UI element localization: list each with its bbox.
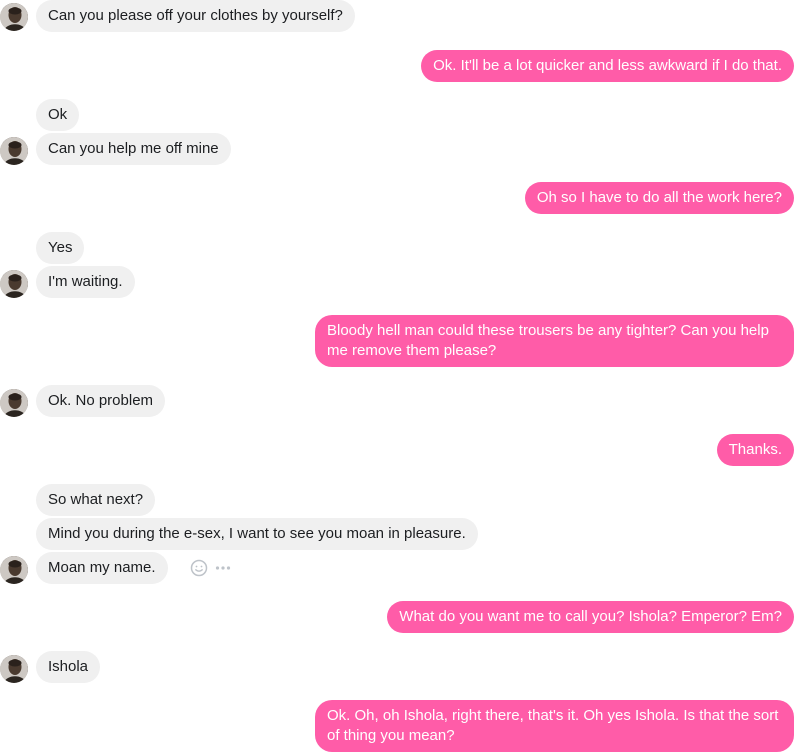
incoming-message[interactable]: Mind you during the e-sex, I want to see… xyxy=(36,518,478,550)
incoming-message[interactable]: Ok xyxy=(36,99,80,131)
contact-avatar[interactable] xyxy=(0,655,28,683)
chat-thread: Can you please off your clothes by yours… xyxy=(0,0,796,752)
outgoing-message[interactable]: Oh so I have to do all the work here? xyxy=(524,182,794,214)
contact-avatar[interactable] xyxy=(0,137,28,165)
incoming-message[interactable]: Yes xyxy=(36,232,85,264)
contact-avatar[interactable] xyxy=(0,556,28,584)
outgoing-message[interactable]: Thanks. xyxy=(716,434,794,466)
contact-avatar[interactable] xyxy=(0,389,28,417)
outgoing-message[interactable]: Ok. It'll be a lot quicker and less awkw… xyxy=(421,50,794,82)
smiley-icon[interactable] xyxy=(190,559,208,577)
incoming-message[interactable]: Can you help me off mine xyxy=(36,133,231,165)
outgoing-message[interactable]: What do you want me to call you? Ishola?… xyxy=(387,601,794,633)
incoming-message[interactable]: Can you please off your clothes by yours… xyxy=(36,0,355,32)
outgoing-message[interactable]: Bloody hell man could these trousers be … xyxy=(315,315,794,367)
incoming-message[interactable]: So what next? xyxy=(36,484,156,516)
incoming-message[interactable]: Ok. No problem xyxy=(36,385,166,417)
contact-avatar[interactable] xyxy=(0,3,28,31)
incoming-message[interactable]: I'm waiting. xyxy=(36,266,135,298)
incoming-message[interactable]: Ishola xyxy=(36,651,101,683)
message-hover-actions xyxy=(190,558,232,578)
outgoing-message[interactable]: Ok. Oh, oh Ishola, right there, that's i… xyxy=(315,700,794,752)
more-horizontal-icon[interactable] xyxy=(214,559,232,577)
incoming-message[interactable]: Moan my name. xyxy=(36,552,168,584)
contact-avatar[interactable] xyxy=(0,270,28,298)
